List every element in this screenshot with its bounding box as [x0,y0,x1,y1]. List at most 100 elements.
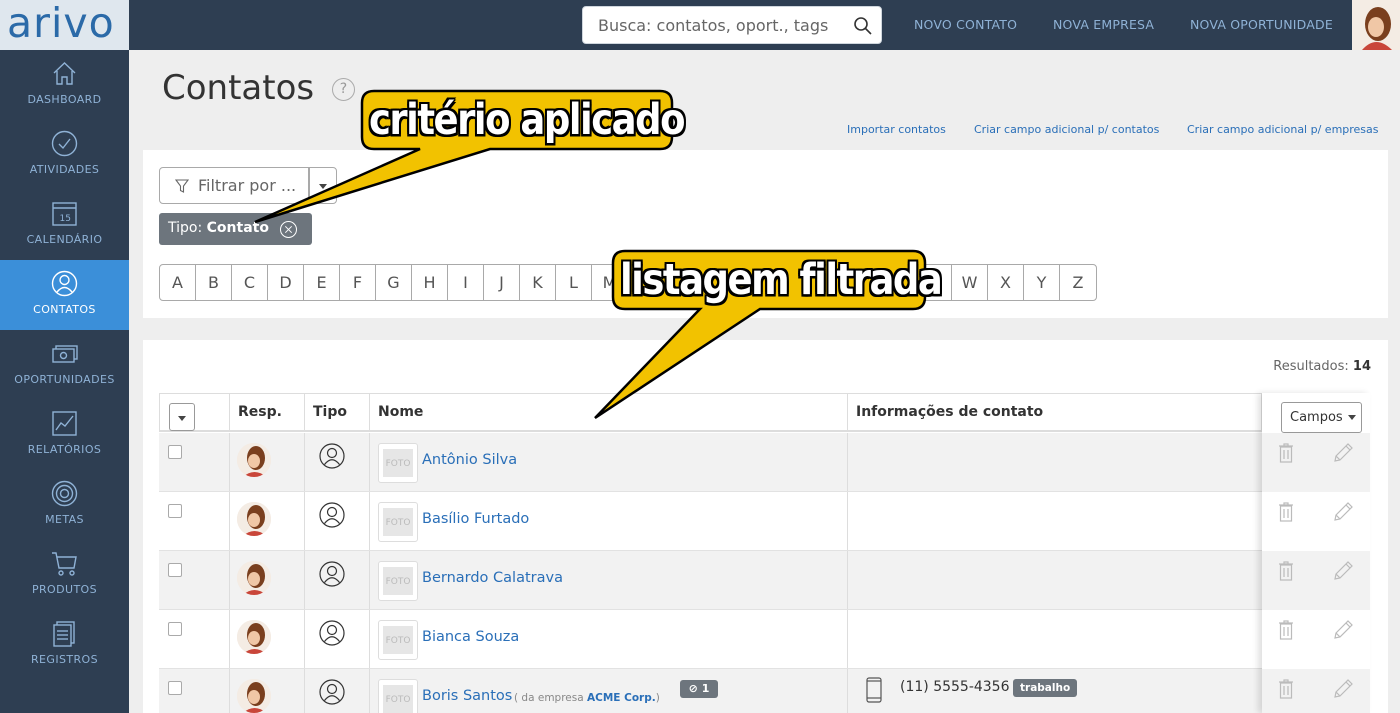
trash-icon[interactable] [1278,679,1294,699]
row-checkbox[interactable] [168,622,182,636]
table-row[interactable]: FOTO Bernardo Calatrava [159,551,1262,610]
import-contacts-link[interactable]: Importar contatos [847,123,946,136]
sidebar-item-oportunidades[interactable]: OPORTUNIDADES [0,330,129,400]
company-link[interactable]: ACME Corp. [587,692,656,704]
search-icon[interactable] [853,16,873,36]
column-divider [304,551,305,609]
search-box[interactable] [582,6,882,44]
phone-icon [866,677,882,703]
photo-placeholder: FOTO [383,508,413,536]
column-divider [369,669,370,713]
table-row[interactable]: FOTO Antônio Silva [159,433,1262,492]
responsible-avatar [237,561,271,595]
alphabet-letter-h[interactable]: H [412,265,448,300]
top-bar: NOVO CONTATO NOVA EMPRESA NOVA OPORTUNID… [129,0,1400,50]
trash-icon[interactable] [1278,561,1294,581]
search-input[interactable] [583,7,843,43]
contact-name-link[interactable]: Bianca Souza [422,629,519,645]
new-contact-link[interactable]: NOVO CONTATO [914,17,1017,32]
phone-number[interactable]: (11) 5555-4356 [900,679,1010,695]
help-icon[interactable]: ? [332,78,355,101]
pencil-icon[interactable] [1332,678,1354,700]
row-actions [1262,551,1370,610]
column-header-nome[interactable]: Nome [370,394,848,431]
sidebar-item-registros[interactable]: REGISTROS [0,610,129,680]
alphabet-letter-a[interactable]: A [160,265,196,300]
contact-name-link[interactable]: Basílio Furtado [422,511,529,527]
alphabet-letter-z[interactable]: Z [1060,265,1096,300]
row-actions [1262,669,1370,713]
sidebar-item-metas[interactable]: METAS [0,470,129,540]
sidebar-item-dashboard[interactable]: DASHBOARD [0,50,129,120]
trash-icon[interactable] [1278,502,1294,522]
column-divider [847,492,848,550]
responsible-avatar [237,443,271,477]
pencil-icon[interactable] [1332,619,1354,641]
check-circle-icon [51,130,78,157]
photo-placeholder: FOTO [383,567,413,595]
alphabet-letter-g[interactable]: G [376,265,412,300]
custom-field-contacts-link[interactable]: Criar campo adicional p/ contatos [974,123,1159,136]
sidebar-item-label: CALENDÁRIO [26,233,103,246]
filter-button[interactable]: Filtrar por ... [159,167,309,204]
contact-name-link[interactable]: Antônio Silva [422,452,517,468]
contact-photo: FOTO [378,561,418,601]
sidebar-item-relatorios[interactable]: RELATÓRIOS [0,400,129,470]
photo-placeholder: FOTO [383,685,413,713]
user-avatar[interactable] [1352,0,1400,50]
row-checkbox[interactable] [168,681,182,695]
alphabet-letter-i[interactable]: I [448,265,484,300]
sidebar-item-contatos[interactable]: CONTATOS [0,260,129,330]
phone-type-tag: trabalho [1013,679,1078,697]
table-row[interactable]: FOTO Basílio Furtado [159,492,1262,551]
pencil-icon[interactable] [1332,501,1354,523]
responsible-avatar [237,620,271,654]
results-label: Resultados: [1273,359,1349,374]
pencil-icon[interactable] [1332,442,1354,464]
contact-name-link[interactable]: Bernardo Calatrava [422,570,563,586]
alphabet-letter-x[interactable]: X [988,265,1024,300]
row-checkbox[interactable] [168,563,182,577]
sidebar-item-calendario[interactable]: 15 CALENDÁRIO [0,190,129,260]
sidebar-item-label: PRODUTOS [31,583,98,596]
filter-dropdown-toggle[interactable] [309,167,337,204]
check-icon: ⊘ [688,682,702,695]
alphabet-letter-w[interactable]: W [952,265,988,300]
calendar-icon: 15 [52,202,77,226]
row-checkbox[interactable] [168,445,182,459]
alphabet-letter-y[interactable]: Y [1024,265,1060,300]
trash-icon[interactable] [1278,620,1294,640]
row-checkbox[interactable] [168,504,182,518]
app-logo[interactable]: arivo [0,0,129,50]
alphabet-letter-d[interactable]: D [268,265,304,300]
new-opportunity-link[interactable]: NOVA OPORTUNIDADE [1190,17,1333,32]
sidebar-item-atividades[interactable]: ATIVIDADES [0,120,129,190]
pencil-icon[interactable] [1332,560,1354,582]
new-company-link[interactable]: NOVA EMPRESA [1053,17,1154,32]
company-prefix: ( da empresa [514,692,584,704]
alphabet-letter-c[interactable]: C [232,265,268,300]
alphabet-letter-l[interactable]: L [556,265,592,300]
bulk-select-dropdown[interactable] [169,403,195,431]
column-header-tipo[interactable]: Tipo [305,394,370,431]
sidebar-item-produtos[interactable]: PRODUTOS [0,540,129,610]
column-header-resp[interactable]: Resp. [230,394,305,431]
alphabet-letter-f[interactable]: F [340,265,376,300]
alphabet-letter-b[interactable]: B [196,265,232,300]
sidebar: DASHBOARD ATIVIDADES 15 CALENDÁRIO CONTA… [0,50,129,713]
opportunity-count-badge[interactable]: ⊘ 1 [680,680,718,698]
column-divider [304,669,305,713]
table-row[interactable]: FOTO Bianca Souza [159,610,1262,669]
table-row[interactable]: FOTO Boris Santos( da empresa ACME Corp.)… [159,669,1262,713]
alphabet-letter-e[interactable]: E [304,265,340,300]
alphabet-letter-k[interactable]: K [520,265,556,300]
cart-icon [52,552,77,576]
campos-button[interactable]: Campos [1281,402,1362,433]
trash-icon[interactable] [1278,443,1294,463]
contact-name-link[interactable]: Boris Santos [422,688,512,704]
photo-placeholder: FOTO [383,449,413,477]
contact-photo: FOTO [378,502,418,542]
alphabet-letter-j[interactable]: J [484,265,520,300]
remove-filter-icon[interactable] [280,221,297,238]
custom-field-companies-link[interactable]: Criar campo adicional p/ empresas [1187,123,1379,136]
